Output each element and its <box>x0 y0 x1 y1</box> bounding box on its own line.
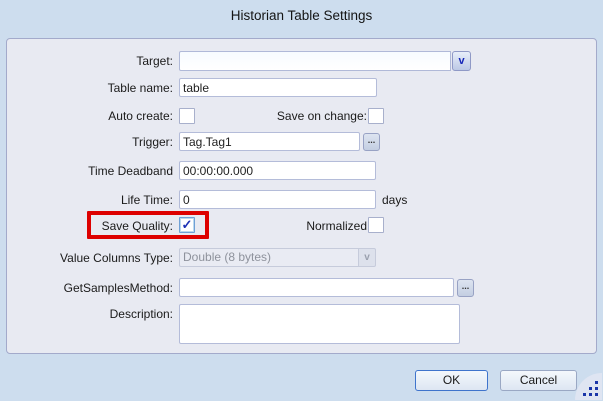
save-quality-label: Save Quality: <box>7 218 173 234</box>
resize-grip[interactable] <box>575 373 602 400</box>
trigger-input[interactable] <box>179 132 360 151</box>
life-time-days-suffix: days <box>382 193 407 207</box>
target-input[interactable] <box>179 51 451 71</box>
trigger-label: Trigger: <box>7 134 173 150</box>
ellipsis-icon: ... <box>368 135 376 145</box>
value-columns-type-combobox: Double (8 bytes) v <box>179 248 376 267</box>
target-combobox[interactable]: v <box>179 51 471 71</box>
save-on-change-label: Save on change: <box>181 108 367 124</box>
time-deadband-label: Time Deadband <box>7 163 173 179</box>
auto-create-label: Auto create: <box>7 108 173 124</box>
description-label: Description: <box>7 306 173 322</box>
ellipsis-icon: ... <box>462 281 470 291</box>
life-time-input[interactable] <box>179 190 376 209</box>
value-columns-type-label: Value Columns Type: <box>7 250 173 266</box>
dialog-title: Historian Table Settings <box>0 8 603 23</box>
normalized-label: Normalized <box>181 218 367 234</box>
save-on-change-checkbox[interactable] <box>368 108 384 124</box>
value-columns-type-dropdown-button: v <box>359 248 376 267</box>
life-time-label: Life Time: <box>7 192 173 208</box>
time-deadband-input[interactable] <box>179 161 376 180</box>
target-label: Target: <box>7 53 173 69</box>
chevron-down-icon: v <box>364 253 370 263</box>
get-samples-method-input[interactable] <box>179 278 454 297</box>
chevron-down-icon: v <box>458 56 464 67</box>
cancel-button[interactable]: Cancel <box>500 370 577 391</box>
table-name-input[interactable] <box>179 78 377 97</box>
table-name-label: Table name: <box>7 80 173 96</box>
normalized-checkbox[interactable] <box>368 217 384 233</box>
value-columns-type-value: Double (8 bytes) <box>179 248 359 267</box>
settings-panel: Target: v Table name: Auto create: Save … <box>6 38 597 354</box>
ok-button[interactable]: OK <box>415 370 488 391</box>
trigger-browse-button[interactable]: ... <box>363 133 380 151</box>
description-textarea[interactable] <box>179 304 460 344</box>
target-dropdown-button[interactable]: v <box>452 51 471 71</box>
get-samples-method-label: GetSamplesMethod: <box>7 280 173 296</box>
get-samples-method-browse-button[interactable]: ... <box>457 279 474 297</box>
